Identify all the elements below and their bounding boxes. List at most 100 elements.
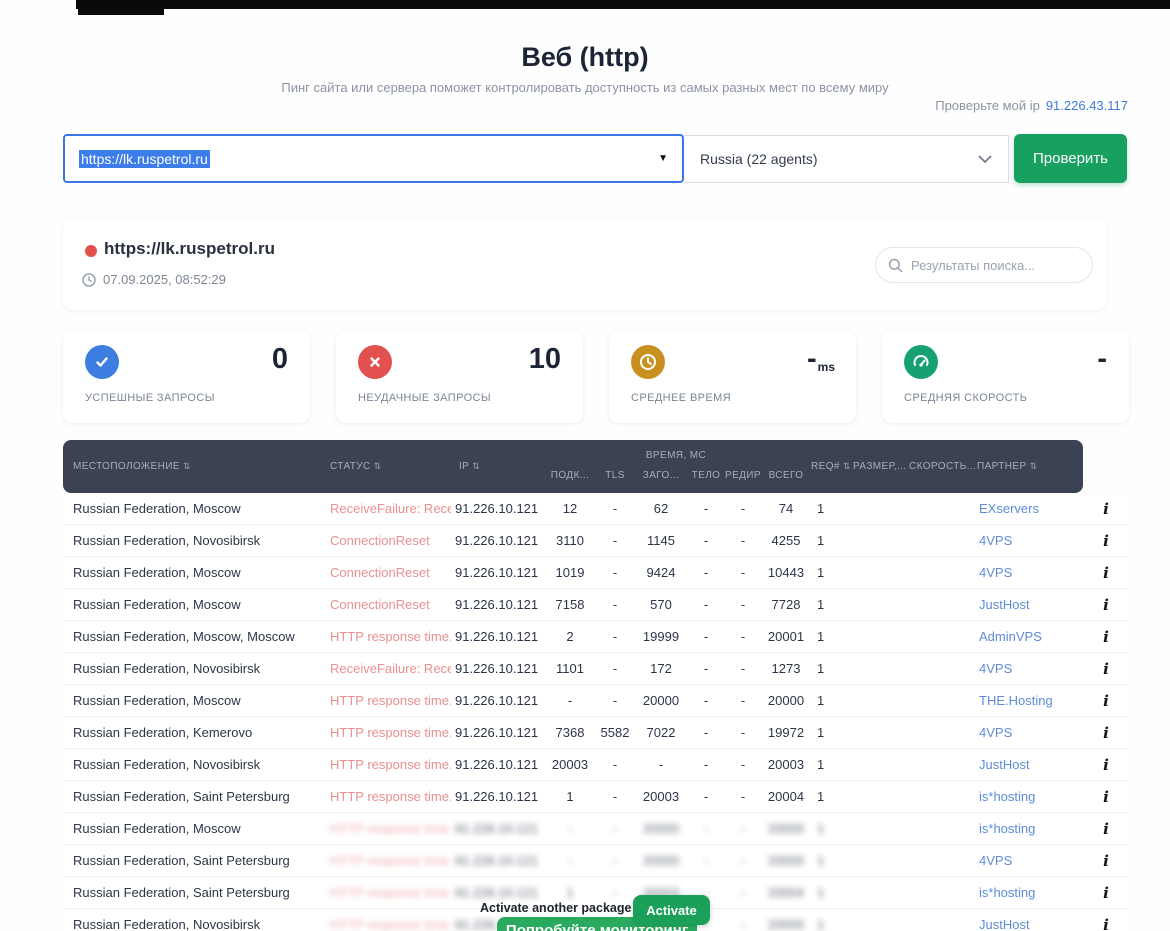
table-row: Russian Federation, MoscowHTTP response … bbox=[63, 685, 1129, 717]
gauge-icon bbox=[904, 345, 938, 379]
top-black-bar bbox=[76, 0, 1170, 9]
stat-card-avg-speed: - СРЕДНЯЯ СКОРОСТЬ bbox=[882, 330, 1129, 423]
cell-skorost bbox=[909, 877, 965, 908]
col-total: ВСЕГО bbox=[763, 440, 809, 493]
info-icon[interactable]: i bbox=[1103, 532, 1109, 550]
region-select[interactable]: Russia (22 agents) bbox=[684, 135, 1009, 183]
search-input[interactable] bbox=[911, 258, 1071, 273]
partner-link[interactable]: is*hosting bbox=[979, 789, 1035, 804]
col-tls: TLS bbox=[597, 440, 633, 493]
info-icon[interactable]: i bbox=[1103, 692, 1109, 710]
cell-status: ConnectionReset bbox=[321, 525, 451, 556]
info-icon[interactable]: i bbox=[1103, 756, 1109, 774]
cell-redir: - bbox=[723, 557, 763, 588]
cell-zago: 7022 bbox=[633, 717, 689, 748]
partner-link[interactable]: 4VPS bbox=[979, 565, 1012, 580]
partner-link[interactable]: 4VPS bbox=[979, 725, 1012, 740]
cell-zago: 9424 bbox=[633, 557, 689, 588]
sort-icon: ⇅ bbox=[183, 461, 191, 472]
partner-link[interactable]: JustHost bbox=[979, 917, 1030, 931]
partner-link[interactable]: is*hosting bbox=[979, 821, 1035, 836]
activate-button[interactable]: Activate bbox=[633, 895, 710, 925]
cell-vsego: 19972 bbox=[763, 717, 809, 748]
cell-location: Russian Federation, Novosibirsk bbox=[63, 749, 321, 780]
info-icon[interactable]: i bbox=[1103, 596, 1109, 614]
cell-location: Russian Federation, Moscow, Moscow bbox=[63, 621, 321, 652]
cell-zago: 20000 bbox=[633, 813, 689, 844]
cell-podk: - bbox=[543, 845, 597, 876]
cell-telo: - bbox=[689, 845, 723, 876]
cell-req: 1 bbox=[809, 749, 853, 780]
cell-partner: THE.Hosting bbox=[965, 685, 1083, 716]
info-icon[interactable]: i bbox=[1103, 852, 1109, 870]
cell-req: 1 bbox=[809, 525, 853, 556]
cell-info: i bbox=[1083, 493, 1129, 524]
cell-vsego: 20004 bbox=[763, 877, 809, 908]
status-dot-icon bbox=[85, 245, 97, 257]
partner-link[interactable]: is*hosting bbox=[979, 885, 1035, 900]
cell-ip: 91.226.10.121 bbox=[451, 493, 543, 524]
cell-partner: is*hosting bbox=[965, 813, 1083, 844]
cell-telo: - bbox=[689, 717, 723, 748]
cell-status: ReceiveFailure: Rece... bbox=[321, 653, 451, 684]
info-icon[interactable]: i bbox=[1103, 660, 1109, 678]
cell-tls: - bbox=[597, 493, 633, 524]
url-input[interactable]: https://lk.ruspetrol.ru ▼ bbox=[63, 134, 684, 183]
cell-podk: 12 bbox=[543, 493, 597, 524]
result-timestamp-row: 07.09.2025, 08:52:29 bbox=[82, 272, 226, 287]
stat-success-label: УСПЕШНЫЕ ЗАПРОСЫ bbox=[85, 392, 215, 404]
cell-redir: - bbox=[723, 781, 763, 812]
cell-telo: - bbox=[689, 525, 723, 556]
col-ip[interactable]: IP⇅ bbox=[451, 440, 543, 493]
col-location[interactable]: МЕСТОПОЛОЖЕНИЕ⇅ bbox=[63, 440, 321, 493]
cell-skorost bbox=[909, 493, 965, 524]
cell-vsego: 4255 bbox=[763, 525, 809, 556]
partner-link[interactable]: THE.Hosting bbox=[979, 693, 1053, 708]
info-icon[interactable]: i bbox=[1103, 916, 1109, 931]
cell-info: i bbox=[1083, 877, 1129, 908]
info-icon[interactable]: i bbox=[1103, 724, 1109, 742]
table-row: Russian Federation, Saint PetersburgHTTP… bbox=[63, 845, 1129, 877]
partner-link[interactable]: 4VPS bbox=[979, 661, 1012, 676]
cell-zago: 172 bbox=[633, 653, 689, 684]
cell-req: 1 bbox=[809, 493, 853, 524]
info-icon[interactable]: i bbox=[1103, 500, 1109, 518]
my-ip-link[interactable]: 91.226.43.117 bbox=[1046, 98, 1128, 113]
cell-tls: - bbox=[597, 557, 633, 588]
cell-status: HTTP response time... bbox=[321, 813, 451, 844]
top-black-tab bbox=[78, 0, 164, 15]
col-connect: ПОДК... bbox=[543, 440, 597, 493]
col-status[interactable]: СТАТУС⇅ bbox=[321, 440, 451, 493]
cell-req: 1 bbox=[809, 621, 853, 652]
cell-redir: - bbox=[723, 909, 763, 931]
cell-info: i bbox=[1083, 653, 1129, 684]
cell-info: i bbox=[1083, 685, 1129, 716]
cell-partner: is*hosting bbox=[965, 877, 1083, 908]
combo-dropdown-icon[interactable]: ▼ bbox=[658, 153, 668, 164]
cell-partner: JustHost bbox=[965, 909, 1083, 931]
partner-link[interactable]: EXservers bbox=[979, 501, 1039, 516]
col-partner[interactable]: ПАРТНЕР⇅ bbox=[965, 440, 1083, 493]
partner-link[interactable]: AdminVPS bbox=[979, 629, 1042, 644]
check-button[interactable]: Проверить bbox=[1014, 134, 1127, 183]
info-icon[interactable]: i bbox=[1103, 564, 1109, 582]
cell-location: Russian Federation, Saint Petersburg bbox=[63, 781, 321, 812]
stat-failed-label: НЕУДАЧНЫЕ ЗАПРОСЫ bbox=[358, 392, 491, 404]
cell-tls: - bbox=[597, 813, 633, 844]
info-icon[interactable]: i bbox=[1103, 820, 1109, 838]
partner-link[interactable]: 4VPS bbox=[979, 853, 1012, 868]
search-box[interactable] bbox=[875, 247, 1093, 283]
cell-info: i bbox=[1083, 525, 1129, 556]
partner-link[interactable]: 4VPS bbox=[979, 533, 1012, 548]
partner-link[interactable]: JustHost bbox=[979, 757, 1030, 772]
cell-info: i bbox=[1083, 717, 1129, 748]
info-icon[interactable]: i bbox=[1103, 884, 1109, 902]
cell-partner: JustHost bbox=[965, 749, 1083, 780]
col-req[interactable]: REQ#⇅ bbox=[809, 440, 853, 493]
info-icon[interactable]: i bbox=[1103, 628, 1109, 646]
cell-status: HTTP response time... bbox=[321, 845, 451, 876]
partner-link[interactable]: JustHost bbox=[979, 597, 1030, 612]
cell-status: HTTP response time... bbox=[321, 877, 451, 908]
info-icon[interactable]: i bbox=[1103, 788, 1109, 806]
cell-skorost bbox=[909, 653, 965, 684]
